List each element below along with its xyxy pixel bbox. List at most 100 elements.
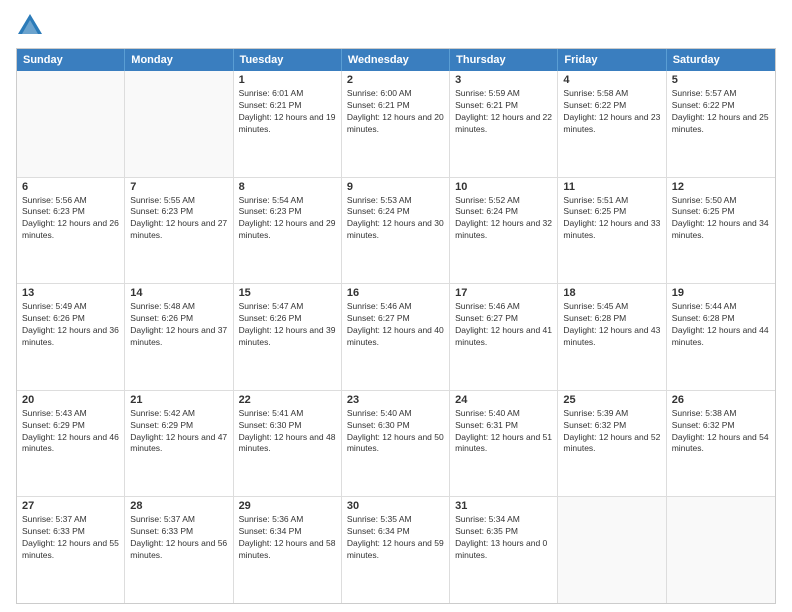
day-number: 15 <box>239 287 336 299</box>
day-info: Sunrise: 6:01 AM Sunset: 6:21 PM Dayligh… <box>239 88 336 136</box>
day-info: Sunrise: 5:52 AM Sunset: 6:24 PM Dayligh… <box>455 195 552 243</box>
header-day-wednesday: Wednesday <box>342 49 450 71</box>
day-number: 26 <box>672 394 770 406</box>
day-number: 30 <box>347 500 444 512</box>
header <box>16 12 776 40</box>
header-day-sunday: Sunday <box>17 49 125 71</box>
calendar: SundayMondayTuesdayWednesdayThursdayFrid… <box>16 48 776 604</box>
day-info: Sunrise: 5:55 AM Sunset: 6:23 PM Dayligh… <box>130 195 227 243</box>
day-number: 4 <box>563 74 660 86</box>
day-info: Sunrise: 5:45 AM Sunset: 6:28 PM Dayligh… <box>563 301 660 349</box>
calendar-header: SundayMondayTuesdayWednesdayThursdayFrid… <box>17 49 775 71</box>
day-info: Sunrise: 5:44 AM Sunset: 6:28 PM Dayligh… <box>672 301 770 349</box>
day-cell-8: 8Sunrise: 5:54 AM Sunset: 6:23 PM Daylig… <box>234 178 342 284</box>
day-info: Sunrise: 5:47 AM Sunset: 6:26 PM Dayligh… <box>239 301 336 349</box>
day-number: 17 <box>455 287 552 299</box>
day-cell-empty <box>125 71 233 177</box>
day-cell-24: 24 Sunrise: 5:40 AM Sunset: 6:31 PM Dayli… <box>450 391 558 497</box>
header-day-monday: Monday <box>125 49 233 71</box>
day-cell-30: 30 Sunrise: 5:35 AM Sunset: 6:34 PM Dayli… <box>342 497 450 603</box>
logo <box>16 12 48 40</box>
day-info: Sunrise: 6:00 AM Sunset: 6:21 PM Dayligh… <box>347 88 444 136</box>
calendar-row-2: 13Sunrise: 5:49 AM Sunset: 6:26 PM Dayli… <box>17 284 775 391</box>
day-cell-31: 31 Sunrise: 5:34 AM Sunset: 6:35 PM Dayli… <box>450 497 558 603</box>
page: SundayMondayTuesdayWednesdayThursdayFrid… <box>0 0 792 612</box>
day-number: 21 <box>130 394 227 406</box>
day-cell-7: 7 Sunrise: 5:55 AM Sunset: 6:23 PM Daylig… <box>125 178 233 284</box>
day-cell-22: 22 Sunrise: 5:41 AM Sunset: 6:30 PM Dayli… <box>234 391 342 497</box>
day-info: Sunrise: 5:59 AM Sunset: 6:21 PM Dayligh… <box>455 88 552 136</box>
day-number: 20 <box>22 394 119 406</box>
day-cell-19: 19Sunrise: 5:44 AM Sunset: 6:28 PM Dayli… <box>667 284 775 390</box>
calendar-row-1: 6Sunrise: 5:56 AM Sunset: 6:23 PM Daylig… <box>17 178 775 285</box>
day-cell-17: 17 Sunrise: 5:46 AM Sunset: 6:27 PM Dayli… <box>450 284 558 390</box>
day-info: Sunrise: 5:36 AM Sunset: 6:34 PM Dayligh… <box>239 514 336 562</box>
day-cell-25: 25 Sunrise: 5:39 AM Sunset: 6:32 PM Dayli… <box>558 391 666 497</box>
day-info: Sunrise: 5:39 AM Sunset: 6:32 PM Dayligh… <box>563 408 660 456</box>
day-info: Sunrise: 5:46 AM Sunset: 6:27 PM Dayligh… <box>455 301 552 349</box>
day-cell-4: 4 Sunrise: 5:58 AM Sunset: 6:22 PM Daylig… <box>558 71 666 177</box>
day-info: Sunrise: 5:46 AM Sunset: 6:27 PM Dayligh… <box>347 301 444 349</box>
day-number: 2 <box>347 74 444 86</box>
day-number: 9 <box>347 181 444 193</box>
day-cell-empty <box>558 497 666 603</box>
calendar-body: 1Sunrise: 6:01 AM Sunset: 6:21 PM Daylig… <box>17 71 775 603</box>
day-cell-15: 15 Sunrise: 5:47 AM Sunset: 6:26 PM Dayli… <box>234 284 342 390</box>
day-cell-12: 12 Sunrise: 5:50 AM Sunset: 6:25 PM Dayli… <box>667 178 775 284</box>
day-cell-28: 28 Sunrise: 5:37 AM Sunset: 6:33 PM Dayli… <box>125 497 233 603</box>
day-cell-27: 27 Sunrise: 5:37 AM Sunset: 6:33 PM Dayli… <box>17 497 125 603</box>
day-number: 3 <box>455 74 552 86</box>
day-number: 25 <box>563 394 660 406</box>
day-info: Sunrise: 5:34 AM Sunset: 6:35 PM Dayligh… <box>455 514 552 562</box>
day-cell-18: 18 Sunrise: 5:45 AM Sunset: 6:28 PM Dayli… <box>558 284 666 390</box>
day-info: Sunrise: 5:54 AM Sunset: 6:23 PM Dayligh… <box>239 195 336 243</box>
day-number: 18 <box>563 287 660 299</box>
day-info: Sunrise: 5:35 AM Sunset: 6:34 PM Dayligh… <box>347 514 444 562</box>
day-number: 7 <box>130 181 227 193</box>
day-number: 27 <box>22 500 119 512</box>
day-info: Sunrise: 5:53 AM Sunset: 6:24 PM Dayligh… <box>347 195 444 243</box>
day-cell-1: 1Sunrise: 6:01 AM Sunset: 6:21 PM Daylig… <box>234 71 342 177</box>
day-number: 31 <box>455 500 552 512</box>
day-info: Sunrise: 5:51 AM Sunset: 6:25 PM Dayligh… <box>563 195 660 243</box>
day-number: 23 <box>347 394 444 406</box>
day-info: Sunrise: 5:57 AM Sunset: 6:22 PM Dayligh… <box>672 88 770 136</box>
day-info: Sunrise: 5:58 AM Sunset: 6:22 PM Dayligh… <box>563 88 660 136</box>
header-day-thursday: Thursday <box>450 49 558 71</box>
day-info: Sunrise: 5:37 AM Sunset: 6:33 PM Dayligh… <box>130 514 227 562</box>
day-cell-26: 26 Sunrise: 5:38 AM Sunset: 6:32 PM Dayli… <box>667 391 775 497</box>
day-cell-5: 5 Sunrise: 5:57 AM Sunset: 6:22 PM Daylig… <box>667 71 775 177</box>
day-cell-10: 10 Sunrise: 5:52 AM Sunset: 6:24 PM Dayli… <box>450 178 558 284</box>
day-cell-29: 29 Sunrise: 5:36 AM Sunset: 6:34 PM Dayli… <box>234 497 342 603</box>
day-number: 16 <box>347 287 444 299</box>
day-info: Sunrise: 5:42 AM Sunset: 6:29 PM Dayligh… <box>130 408 227 456</box>
day-number: 12 <box>672 181 770 193</box>
day-number: 24 <box>455 394 552 406</box>
day-info: Sunrise: 5:37 AM Sunset: 6:33 PM Dayligh… <box>22 514 119 562</box>
day-info: Sunrise: 5:40 AM Sunset: 6:30 PM Dayligh… <box>347 408 444 456</box>
day-cell-13: 13Sunrise: 5:49 AM Sunset: 6:26 PM Dayli… <box>17 284 125 390</box>
day-info: Sunrise: 5:40 AM Sunset: 6:31 PM Dayligh… <box>455 408 552 456</box>
day-number: 11 <box>563 181 660 193</box>
day-cell-9: 9 Sunrise: 5:53 AM Sunset: 6:24 PM Daylig… <box>342 178 450 284</box>
day-info: Sunrise: 5:41 AM Sunset: 6:30 PM Dayligh… <box>239 408 336 456</box>
calendar-row-0: 1Sunrise: 6:01 AM Sunset: 6:21 PM Daylig… <box>17 71 775 178</box>
day-info: Sunrise: 5:50 AM Sunset: 6:25 PM Dayligh… <box>672 195 770 243</box>
header-day-tuesday: Tuesday <box>234 49 342 71</box>
day-cell-16: 16 Sunrise: 5:46 AM Sunset: 6:27 PM Dayli… <box>342 284 450 390</box>
day-cell-2: 2 Sunrise: 6:00 AM Sunset: 6:21 PM Daylig… <box>342 71 450 177</box>
day-cell-20: 20Sunrise: 5:43 AM Sunset: 6:29 PM Dayli… <box>17 391 125 497</box>
day-number: 29 <box>239 500 336 512</box>
day-number: 22 <box>239 394 336 406</box>
day-cell-3: 3 Sunrise: 5:59 AM Sunset: 6:21 PM Daylig… <box>450 71 558 177</box>
day-cell-6: 6Sunrise: 5:56 AM Sunset: 6:23 PM Daylig… <box>17 178 125 284</box>
day-number: 13 <box>22 287 119 299</box>
day-cell-21: 21 Sunrise: 5:42 AM Sunset: 6:29 PM Dayli… <box>125 391 233 497</box>
header-day-friday: Friday <box>558 49 666 71</box>
day-cell-23: 23 Sunrise: 5:40 AM Sunset: 6:30 PM Dayli… <box>342 391 450 497</box>
day-info: Sunrise: 5:38 AM Sunset: 6:32 PM Dayligh… <box>672 408 770 456</box>
day-info: Sunrise: 5:56 AM Sunset: 6:23 PM Dayligh… <box>22 195 119 243</box>
day-number: 28 <box>130 500 227 512</box>
day-number: 5 <box>672 74 770 86</box>
day-number: 10 <box>455 181 552 193</box>
